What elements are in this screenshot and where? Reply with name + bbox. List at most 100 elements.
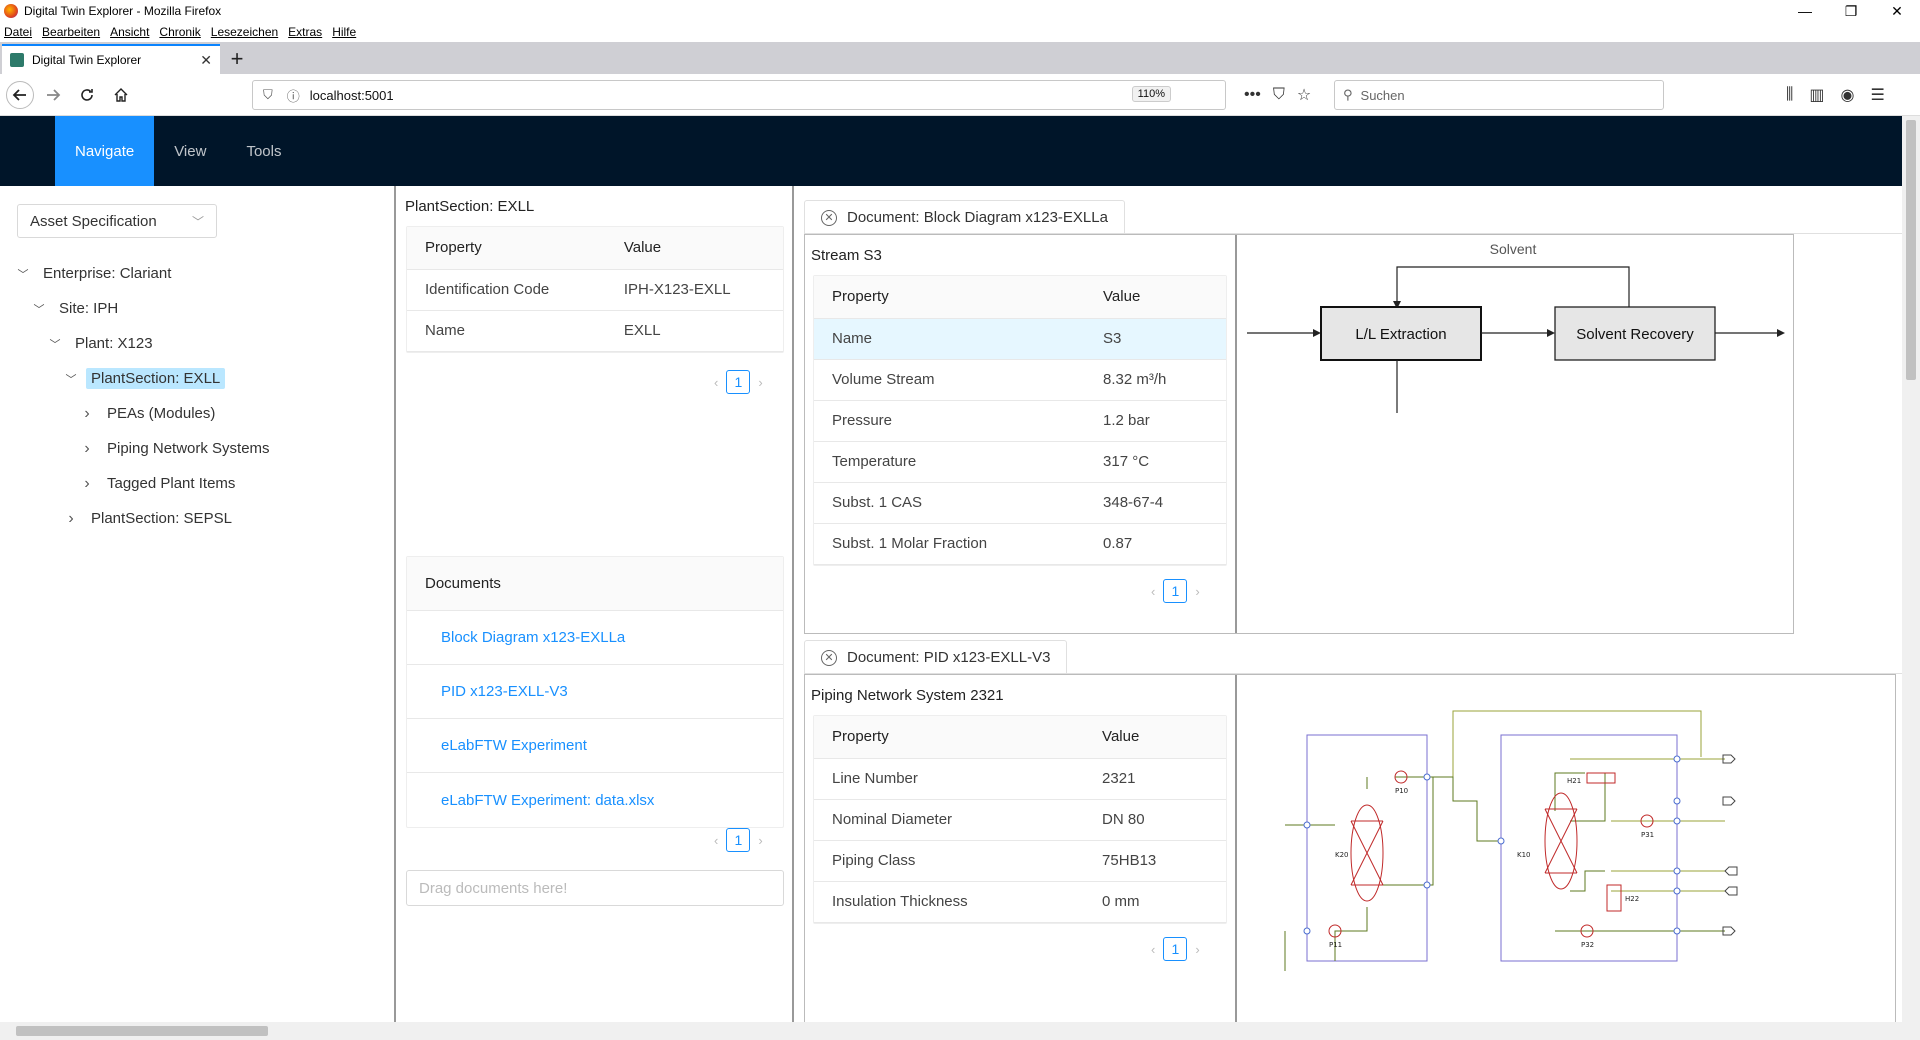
nav-navigate[interactable]: Navigate: [55, 116, 155, 186]
cell-value: DN 80: [1084, 799, 1226, 841]
address-bar[interactable]: ⛉ ⓘ localhost:5001 110%: [252, 80, 1226, 110]
sidebar-icon[interactable]: ▥: [1809, 85, 1824, 105]
chevron-down-icon[interactable]: ﹀: [32, 301, 46, 317]
menu-ansicht[interactable]: Ansicht: [110, 25, 149, 39]
home-button[interactable]: [106, 80, 136, 110]
tree-node[interactable]: › Piping Network Systems: [0, 431, 275, 466]
page-number[interactable]: 1: [726, 828, 751, 852]
reload-button[interactable]: [72, 80, 102, 110]
firefox-logo-icon: [4, 4, 18, 18]
close-tab-icon[interactable]: ✕: [200, 52, 212, 69]
chevron-down-icon[interactable]: ﹀: [64, 371, 78, 387]
page-number[interactable]: 1: [1163, 579, 1188, 603]
close-document-icon[interactable]: ✕: [821, 209, 837, 226]
menu-hilfe[interactable]: Hilfe: [332, 25, 356, 39]
equipment-tag: H21: [1567, 777, 1581, 785]
tree-node[interactable]: › PEAs (Modules): [0, 396, 275, 431]
search-box[interactable]: ⚲ Suchen: [1334, 80, 1664, 110]
tree-node[interactable]: ﹀ Site: IPH: [0, 291, 275, 326]
heat-exchanger-h22[interactable]: [1606, 884, 1622, 912]
restore-icon[interactable]: ❐: [1828, 0, 1874, 22]
table-row[interactable]: Volume Stream 8.32 m³/h: [814, 359, 1226, 401]
table-row[interactable]: Name EXLL: [407, 310, 783, 352]
document-tab-pid[interactable]: ✕ Document: PID x123-EXLL-V3: [804, 640, 1068, 674]
bookmark-star-icon[interactable]: ☆: [1297, 85, 1311, 105]
document-link[interactable]: PID x123-EXLL-V3: [407, 665, 783, 719]
close-window-icon[interactable]: ✕: [1874, 0, 1920, 22]
tree-node[interactable]: ﹀ Plant: X123: [0, 326, 275, 361]
new-tab-button[interactable]: +: [220, 44, 254, 74]
menu-datei[interactable]: Datei: [4, 25, 32, 39]
hamburger-menu-icon[interactable]: ☰: [1870, 85, 1884, 105]
browser-tab[interactable]: Digital Twin Explorer ✕: [2, 44, 220, 74]
piping-pagination: ‹ 1 ›: [1151, 937, 1200, 961]
pocket-icon[interactable]: ⛉: [1273, 86, 1285, 104]
table-row[interactable]: Pressure 1.2 bar: [814, 400, 1226, 442]
prev-page-icon[interactable]: ‹: [714, 375, 718, 390]
menu-extras[interactable]: Extras: [288, 25, 322, 39]
prev-page-icon[interactable]: ‹: [1151, 942, 1155, 957]
library-icon[interactable]: ⫼: [1786, 86, 1793, 104]
nav-tools[interactable]: Tools: [226, 116, 301, 186]
document-link[interactable]: Block Diagram x123-EXLLa: [407, 611, 783, 665]
table-row[interactable]: Piping Class 75HB13: [814, 840, 1226, 882]
tree-node[interactable]: › Tagged Plant Items: [0, 466, 275, 501]
next-page-icon[interactable]: ›: [1195, 584, 1199, 599]
chevron-right-icon[interactable]: ›: [80, 440, 94, 458]
cell-value: 317 °C: [1085, 441, 1226, 483]
document-tab-block-diagram[interactable]: ✕ Document: Block Diagram x123-EXLLa: [804, 200, 1125, 234]
document-link[interactable]: eLabFTW Experiment: [407, 719, 783, 773]
stream-properties: Stream S3 Property Value Name S3 Volume …: [805, 235, 1237, 633]
document-link[interactable]: eLabFTW Experiment: data.xlsx: [407, 773, 783, 827]
zoom-indicator[interactable]: 110%: [1131, 86, 1171, 102]
tree-node[interactable]: › PlantSection: SEPSL: [0, 501, 275, 536]
url-text: localhost:5001: [309, 87, 394, 103]
menu-chronik[interactable]: Chronik: [159, 25, 200, 39]
scrollbar-thumb[interactable]: [16, 1026, 268, 1036]
boundary-connector: [1673, 755, 1681, 763]
table-row[interactable]: Identification Code IPH-X123-EXLL: [407, 269, 783, 311]
view-select[interactable]: Asset Specification ﹀: [17, 204, 217, 238]
table-row[interactable]: Insulation Thickness 0 mm: [814, 881, 1226, 923]
table-row[interactable]: Nominal Diameter DN 80: [814, 799, 1226, 841]
more-actions-icon[interactable]: •••: [1244, 86, 1261, 104]
horizontal-scrollbar[interactable]: [0, 1022, 1920, 1040]
account-icon[interactable]: ◉: [1841, 85, 1855, 105]
close-document-icon[interactable]: ✕: [821, 649, 837, 666]
heat-exchanger-h21[interactable]: [1586, 772, 1616, 784]
next-page-icon[interactable]: ›: [758, 375, 762, 390]
page-number[interactable]: 1: [1163, 937, 1188, 961]
menu-bearbeiten[interactable]: Bearbeiten: [42, 25, 100, 39]
cell-value: 75HB13: [1084, 840, 1226, 882]
nav-view[interactable]: View: [154, 116, 226, 186]
back-button[interactable]: [6, 80, 34, 109]
next-page-icon[interactable]: ›: [758, 833, 762, 848]
cell-property: Subst. 1 CAS: [814, 482, 1086, 524]
chevron-down-icon[interactable]: ﹀: [16, 266, 30, 282]
chevron-right-icon[interactable]: ›: [80, 475, 94, 493]
scrollbar-thumb[interactable]: [1906, 120, 1916, 380]
menu-lesezeichen[interactable]: Lesezeichen: [211, 25, 278, 39]
vertical-scrollbar[interactable]: [1902, 116, 1920, 1022]
chevron-right-icon[interactable]: ›: [64, 510, 78, 528]
prev-page-icon[interactable]: ‹: [714, 833, 718, 848]
document-drop-zone[interactable]: Drag documents here!: [406, 870, 784, 906]
document-tab-label: Document: Block Diagram x123-EXLLa: [847, 209, 1108, 226]
chevron-down-icon[interactable]: ﹀: [48, 336, 62, 352]
table-row[interactable]: Name S3: [814, 318, 1226, 360]
table-row[interactable]: Subst. 1 CAS 348-67-4: [814, 482, 1226, 524]
table-row[interactable]: Line Number 2321: [814, 758, 1226, 800]
tree-node[interactable]: ﹀ PlantSection: EXLL: [0, 361, 275, 396]
cell-value: 0 mm: [1084, 881, 1226, 923]
documents-pagination: ‹ 1 ›: [714, 828, 763, 852]
forward-button[interactable]: [38, 80, 68, 110]
minimize-icon[interactable]: —: [1782, 0, 1828, 22]
next-page-icon[interactable]: ›: [1195, 942, 1199, 957]
tree-node[interactable]: ﹀ Enterprise: Clariant: [0, 256, 275, 291]
table-row[interactable]: Subst. 1 Molar Fraction 0.87: [814, 523, 1226, 565]
table-row[interactable]: Temperature 317 °C: [814, 441, 1226, 483]
tree-node-label: Tagged Plant Items: [107, 475, 236, 492]
prev-page-icon[interactable]: ‹: [1151, 584, 1155, 599]
chevron-right-icon[interactable]: ›: [80, 405, 94, 423]
page-number[interactable]: 1: [726, 370, 751, 394]
